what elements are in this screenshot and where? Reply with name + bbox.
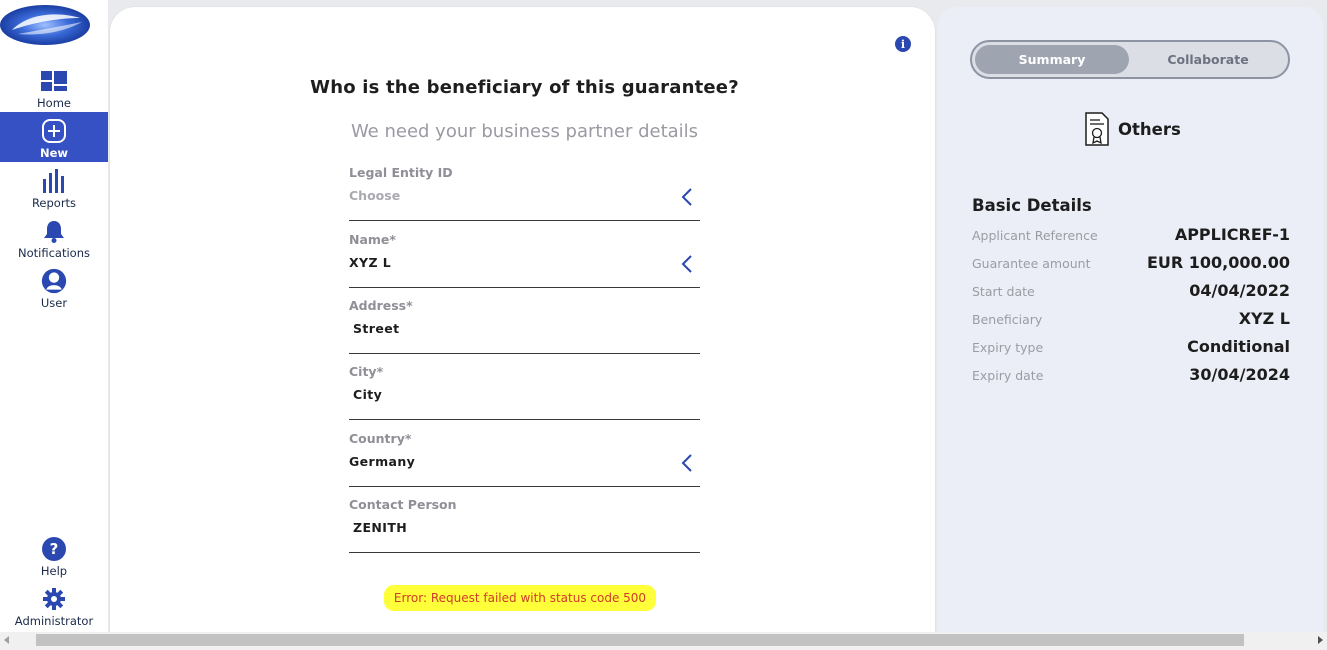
detail-value: APPLICREF-1 [1174,225,1290,244]
beneficiary-form-card: i Who is the beneficiary of this guarant… [109,6,936,646]
nav-administrator-label: Administrator [14,614,94,628]
chevron-left-icon[interactable] [680,187,694,207]
contact-person-value[interactable]: ZENITH [353,520,407,535]
country-label: Country* [349,431,412,446]
nav-home[interactable]: Home [0,62,108,112]
question-icon: ? [41,536,67,562]
detail-value: Conditional [1187,337,1290,356]
contact-person-label: Contact Person [349,497,457,512]
scroll-left-arrow-icon[interactable] [4,636,9,644]
form-question: Who is the beneficiary of this guarantee… [310,77,739,98]
name-value[interactable]: XYZ L [349,255,391,270]
nav-administrator[interactable]: Administrator [0,580,108,630]
country-field[interactable]: Country* Germany [349,431,700,487]
guarantee-type-title: Others [1118,119,1181,139]
plus-circle-icon [41,118,67,144]
detail-key: Guarantee amount [972,256,1091,271]
chevron-left-icon[interactable] [680,453,694,473]
basic-details-title: Basic Details [972,196,1092,215]
nav-user[interactable]: User [0,262,108,312]
city-label: City* [349,364,384,379]
detail-key: Start date [972,284,1035,299]
country-value[interactable]: Germany [349,454,415,469]
city-value[interactable]: City [353,387,382,402]
detail-value: 04/04/2022 [1189,281,1290,300]
nav-new-label: New [39,146,69,160]
sidebar: Home New Reports Notifications User ? He… [0,0,108,632]
legal-entity-id-label: Legal Entity ID [349,165,453,180]
address-value[interactable]: Street [353,321,399,336]
guarantee-type-heading: Others [1084,111,1181,147]
nav-notifications-label: Notifications [18,246,90,260]
detail-key: Expiry date [972,368,1044,383]
detail-key: Expiry type [972,340,1044,355]
nav-notifications[interactable]: Notifications [0,212,108,262]
legal-entity-id-placeholder[interactable]: Choose [349,188,400,203]
nav-new[interactable]: New [0,112,108,162]
detail-row: Applicant Reference APPLICREF-1 [972,225,1290,249]
address-label: Address* [349,298,413,313]
detail-row: Expiry type Conditional [972,337,1290,361]
chevron-left-icon[interactable] [680,254,694,274]
address-field[interactable]: Address* Street [349,298,700,354]
detail-row: Expiry date 30/04/2024 [972,365,1290,389]
scrollbar-thumb[interactable] [36,634,1244,646]
nav-reports-label: Reports [31,196,77,210]
bar-chart-icon [41,168,67,194]
detail-row: Beneficiary XYZ L [972,309,1290,333]
detail-row: Start date 04/04/2022 [972,281,1290,305]
nav-reports[interactable]: Reports [0,162,108,212]
horizontal-scrollbar[interactable] [0,632,1327,650]
name-field[interactable]: Name* XYZ L [349,232,700,288]
bell-icon [41,218,67,244]
user-icon [41,268,67,294]
error-message: Error: Request failed with status code 5… [384,585,656,611]
nav-help[interactable]: ? Help [0,530,108,580]
detail-value: EUR 100,000.00 [1146,253,1290,272]
tab-collaborate[interactable]: Collaborate [1131,45,1285,74]
scroll-right-arrow-icon[interactable] [1318,636,1323,644]
info-icon[interactable]: i [895,36,911,52]
summary-collaborate-toggle: Summary Collaborate [970,40,1290,79]
globe-logo[interactable] [0,4,90,46]
detail-key: Beneficiary [972,312,1043,327]
name-label: Name* [349,232,396,247]
nav-user-label: User [40,296,68,310]
detail-value: 30/04/2024 [1189,365,1290,384]
nav-help-label: Help [40,564,68,578]
detail-key: Applicant Reference [972,228,1098,243]
detail-value: XYZ L [1238,309,1290,328]
dashboard-icon [41,68,67,94]
nav-home-label: Home [37,96,71,110]
legal-entity-id-field[interactable]: Legal Entity ID Choose [349,165,700,221]
tab-summary[interactable]: Summary [975,45,1129,74]
gear-icon [41,586,67,612]
summary-panel: Summary Collaborate Others Basic Details… [938,7,1323,647]
detail-row: Guarantee amount EUR 100,000.00 [972,253,1290,277]
form-subtitle: We need your business partner details [350,121,699,142]
city-field[interactable]: City* City [349,364,700,420]
contact-person-field[interactable]: Contact Person ZENITH [349,497,700,553]
certificate-document-icon [1085,112,1109,146]
svg-text:?: ? [50,540,59,558]
